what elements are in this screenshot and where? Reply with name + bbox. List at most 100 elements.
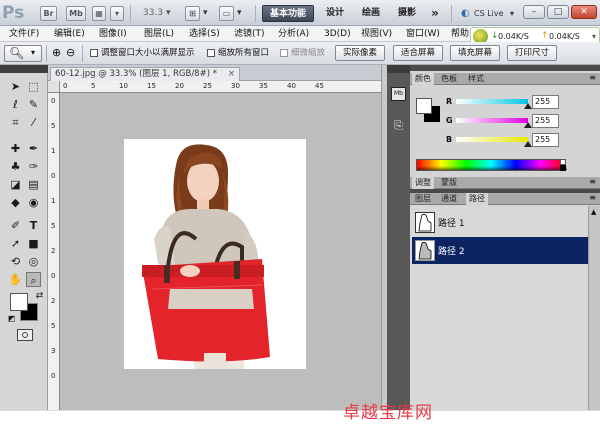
tab-styles[interactable]: 样式 xyxy=(465,73,487,85)
mini-bridge-button[interactable]: Mb xyxy=(66,6,86,21)
tool-preset-picker[interactable]: 🔍︎ ▾ xyxy=(4,45,42,62)
tab-channels[interactable]: 通道 xyxy=(438,193,460,205)
healing-brush-tool-icon[interactable]: ✚ xyxy=(8,141,23,156)
slider-track[interactable] xyxy=(456,118,528,123)
spectrum-black-swatch[interactable] xyxy=(560,165,566,171)
panel-menu-icon[interactable]: ≡ xyxy=(589,73,596,82)
scroll-up-icon[interactable]: ▲ xyxy=(591,208,596,216)
panel-menu-icon[interactable]: ≡ xyxy=(589,177,596,186)
actual-pixels-button[interactable]: 实际像素 xyxy=(335,45,385,61)
color-panel-foreground-swatch[interactable] xyxy=(416,98,432,114)
menu-filter[interactable]: 滤镜(T) xyxy=(234,27,265,41)
menu-edit[interactable]: 编辑(E) xyxy=(54,27,85,41)
workspace-photography[interactable]: 摄影 xyxy=(394,5,420,22)
hand-tool-icon[interactable]: ✋ xyxy=(8,272,23,287)
swap-colors-icon[interactable]: ⇄ xyxy=(32,289,47,304)
panel-menu-icon[interactable]: ≡ xyxy=(589,193,596,202)
eraser-tool-icon[interactable]: ◪ xyxy=(8,177,23,192)
paths-scrollbar[interactable]: ▲ xyxy=(588,206,600,410)
move-tool-icon[interactable]: ➤ xyxy=(8,79,23,94)
bridge-button[interactable]: Br xyxy=(40,6,57,21)
pen-tool-icon[interactable]: ✐ xyxy=(8,218,23,233)
lasso-tool-icon[interactable]: ℓ xyxy=(8,97,23,112)
slider-value-field[interactable]: 255 xyxy=(532,133,559,147)
dodge-tool-icon[interactable]: ◉ xyxy=(26,195,41,210)
zoom-dropdown-icon[interactable]: ▾ xyxy=(166,6,171,21)
slider-value-field[interactable]: 255 xyxy=(532,114,559,128)
vertical-ruler[interactable]: 051015202530 xyxy=(48,93,60,410)
path-item-selected[interactable]: 路径 2 xyxy=(412,237,588,264)
path-selection-tool-icon[interactable]: ➚ xyxy=(8,236,23,251)
print-size-button[interactable]: 打印尺寸 xyxy=(507,45,557,61)
clone-stamp-tool-icon[interactable]: ♣ xyxy=(8,159,23,174)
grid-icon[interactable]: ▦ xyxy=(92,6,106,21)
fit-screen-button[interactable]: 适合屏幕 xyxy=(393,45,443,61)
slider-value-field[interactable]: 255 xyxy=(532,95,559,109)
zoom-tool-icon[interactable]: ⌕ xyxy=(26,272,41,287)
scrubby-zoom-checkbox[interactable] xyxy=(280,49,288,57)
view-extras-dropdown[interactable]: ▾ xyxy=(110,6,124,21)
type-tool-icon[interactable]: T xyxy=(26,218,41,233)
3d-rotate-tool-icon[interactable]: ⟲ xyxy=(8,254,23,269)
minimize-button[interactable]: – xyxy=(523,5,545,19)
quick-mask-icon[interactable] xyxy=(17,329,33,341)
default-colors-icon[interactable]: ◩ xyxy=(4,311,19,326)
3d-orbit-tool-icon[interactable]: ◎ xyxy=(26,254,41,269)
arrange-documents-icon[interactable]: ⊞ xyxy=(185,6,200,21)
dock-header[interactable] xyxy=(387,65,410,73)
marquee-tool-icon[interactable]: ⬚ xyxy=(26,79,41,94)
zoom-out-icon[interactable]: ⊖ xyxy=(66,46,75,59)
slider-thumb[interactable] xyxy=(524,103,532,109)
tab-color[interactable]: 颜色 xyxy=(412,73,434,85)
history-panel-icon[interactable]: ⎘ xyxy=(391,119,406,133)
menu-layer[interactable]: 图层(L) xyxy=(144,27,174,41)
menu-select[interactable]: 选择(S) xyxy=(189,27,220,41)
menu-file[interactable]: 文件(F) xyxy=(9,27,39,41)
slider-track[interactable] xyxy=(456,99,528,104)
arrange-dropdown-icon[interactable]: ▾ xyxy=(203,6,208,21)
zoom-in-icon[interactable]: ⊕ xyxy=(52,46,61,59)
tab-layers[interactable]: 图层 xyxy=(412,193,434,205)
horizontal-ruler[interactable]: 0 5 10 15 20 25 30 35 40 45 xyxy=(60,81,381,93)
eyedropper-tool-icon[interactable]: ⁄ xyxy=(26,115,41,130)
menu-view[interactable]: 视图(V) xyxy=(361,27,392,41)
crop-tool-icon[interactable]: ⌗ xyxy=(8,115,23,130)
zoom-all-windows-checkbox[interactable] xyxy=(207,49,215,57)
widget-dropdown-icon[interactable]: ▾ xyxy=(592,32,596,41)
zoom-level[interactable]: 33.3 xyxy=(143,6,163,21)
document-tab[interactable]: 60-12.jpg @ 33.3% (图层 1, RGB/8#) * × xyxy=(50,67,240,81)
brush-tool-icon[interactable]: ✒ xyxy=(26,141,41,156)
ruler-origin[interactable] xyxy=(48,81,60,93)
panel-group-header[interactable] xyxy=(410,65,600,71)
menu-window[interactable]: 窗口(W) xyxy=(406,27,440,41)
foreground-color-swatch[interactable] xyxy=(10,293,28,311)
slider-track[interactable] xyxy=(456,137,528,142)
cs-live-icon[interactable]: ◐ xyxy=(461,6,470,21)
menu-help[interactable]: 帮助 xyxy=(451,27,469,41)
menu-image[interactable]: 图像(I) xyxy=(99,27,127,41)
tab-masks[interactable]: 蒙版 xyxy=(438,177,460,189)
toolbox-header[interactable] xyxy=(0,65,48,73)
blur-tool-icon[interactable]: ◆ xyxy=(8,195,23,210)
menu-3d[interactable]: 3D(D) xyxy=(324,27,351,41)
slider-thumb[interactable] xyxy=(524,122,532,128)
color-spectrum-ramp[interactable] xyxy=(416,159,567,171)
more-workspaces-button[interactable]: » xyxy=(428,5,442,22)
canvas-area[interactable] xyxy=(60,93,381,410)
document-image[interactable] xyxy=(124,139,306,369)
cs-live-label[interactable]: CS Live xyxy=(474,6,504,21)
workspace-design[interactable]: 设计 xyxy=(322,5,348,22)
workspace-essentials[interactable]: 基本功能 xyxy=(262,5,314,22)
screen-mode-icon[interactable]: ▭ xyxy=(219,6,234,21)
gradient-tool-icon[interactable]: ▤ xyxy=(26,177,41,192)
close-button[interactable]: ✕ xyxy=(571,5,597,19)
history-brush-tool-icon[interactable]: ✑ xyxy=(26,159,41,174)
cs-live-dropdown-icon[interactable]: ▾ xyxy=(510,6,514,21)
screen-mode-dropdown-icon[interactable]: ▾ xyxy=(237,6,242,21)
restore-button[interactable]: □ xyxy=(547,5,569,19)
workspace-painting[interactable]: 绘画 xyxy=(358,5,384,22)
tab-adjustments[interactable]: 调整 xyxy=(412,177,434,189)
menu-analysis[interactable]: 分析(A) xyxy=(278,27,309,41)
close-tab-icon[interactable]: × xyxy=(228,68,235,81)
shape-tool-icon[interactable]: ■ xyxy=(26,236,41,251)
